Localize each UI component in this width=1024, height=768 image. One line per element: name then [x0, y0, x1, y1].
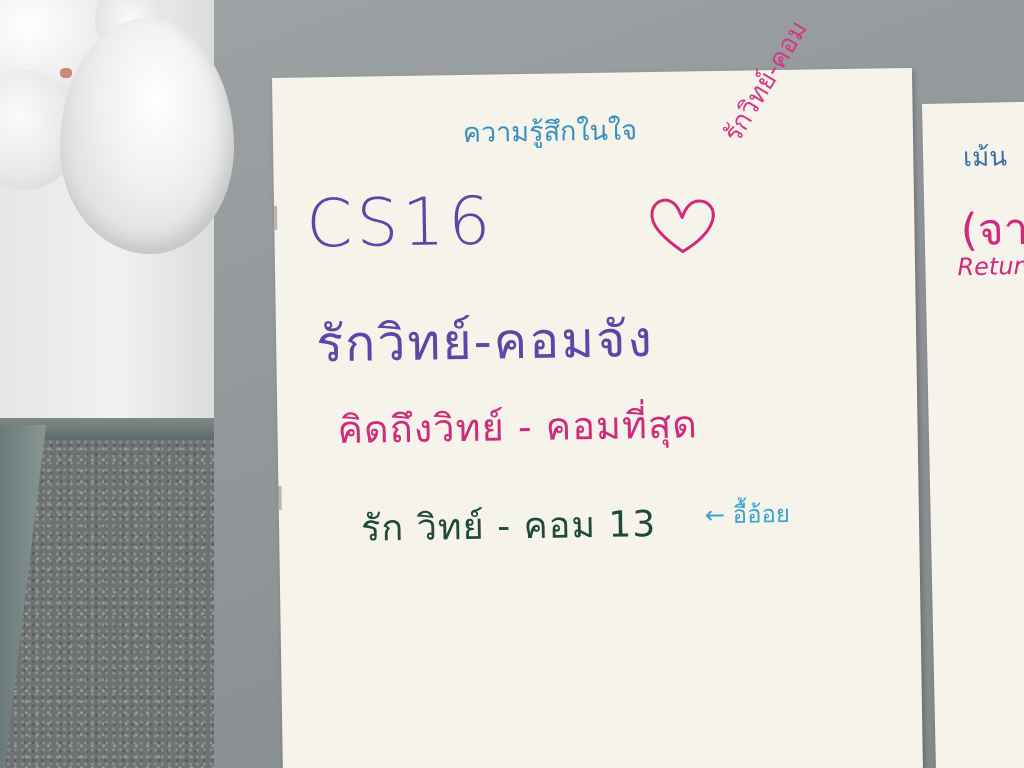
- main-poster: ความรู้สึกในใจ รักวิทย์-คอม CS16 รักวิทย…: [272, 16, 923, 768]
- poster-line-3: รัก วิทย์ - คอม 13: [360, 504, 657, 550]
- photo-scene: เม้น (จา Retur ความรู้สึกในใจ รักวิทย์-ค…: [0, 0, 1024, 768]
- staple: [274, 205, 278, 230]
- poster-line-1: รักวิทย์-คอมจัง: [315, 310, 655, 374]
- poster-line-2: คิดถึงวิทย์ - คอมที่สุด: [337, 402, 699, 453]
- side-poster-text: Retur: [957, 251, 1024, 282]
- side-poster-text: เม้น: [962, 142, 1008, 174]
- heart-icon: [650, 198, 715, 254]
- poster-heading: ความรู้สึกในใจ: [462, 115, 638, 150]
- side-poster: เม้น (จา Retur: [922, 101, 1024, 768]
- poster-title: CS16: [305, 182, 495, 263]
- balloon-knot: [60, 68, 72, 78]
- arrow-note: ← อื้อ้อย: [704, 499, 791, 530]
- staple: [278, 485, 282, 510]
